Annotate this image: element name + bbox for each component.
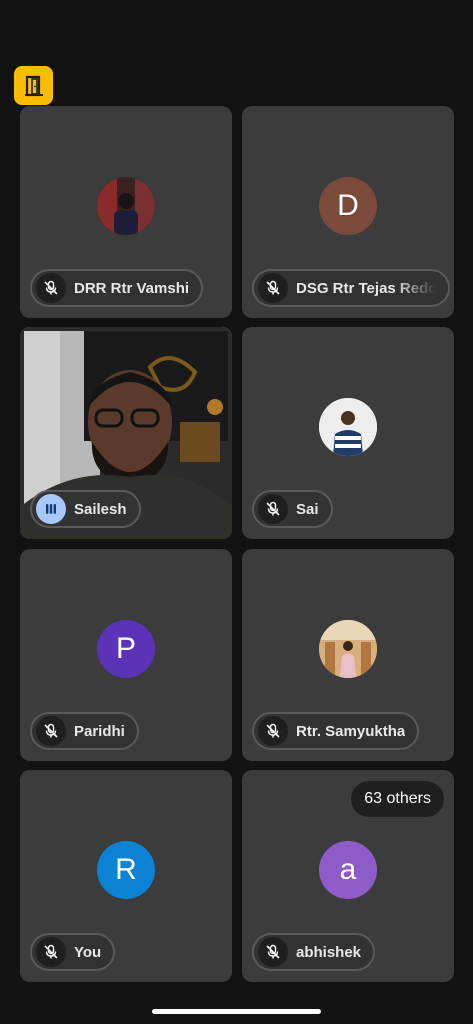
mic-off-icon (36, 937, 66, 967)
participant-name: Sai (296, 500, 319, 518)
participant-name: Paridhi (74, 722, 125, 740)
mic-off-icon (258, 494, 288, 524)
speaking-indicator-icon (36, 494, 66, 524)
avatar: P (97, 620, 155, 678)
participant-name: DRR Rtr Vamshi (74, 279, 190, 297)
leave-call-button[interactable] (14, 66, 53, 105)
participant-name: Rtr. Samyuktha (296, 722, 406, 740)
participant-tile[interactable]: D DSG Rtr Tejas Reddy (242, 106, 454, 318)
participant-name-pill: DSG Rtr Tejas Reddy (252, 269, 450, 307)
avatar (319, 620, 377, 678)
participant-tile-others[interactable]: 63 others a abhishek (242, 770, 454, 982)
others-count-badge[interactable]: 63 others (351, 781, 444, 817)
participant-tile-self[interactable]: R You (20, 770, 232, 982)
participant-name-pill: Sailesh (30, 490, 141, 528)
participant-tile[interactable]: P Paridhi (20, 549, 232, 761)
participant-name: You (74, 943, 102, 961)
mic-off-icon (258, 937, 288, 967)
avatar (97, 177, 155, 235)
avatar: R (97, 841, 155, 899)
mic-off-icon (258, 273, 288, 303)
participant-name-pill: DRR Rtr Vamshi (30, 269, 204, 307)
participant-name-pill: You (30, 933, 116, 971)
participant-tile[interactable]: Sai (242, 327, 454, 539)
participant-name-pill: abhishek (252, 933, 376, 971)
door-icon (24, 75, 43, 96)
avatar: a (319, 841, 377, 899)
participant-tile-active-speaker[interactable]: Sailesh (20, 327, 232, 539)
mic-off-icon (258, 716, 288, 746)
avatar (319, 398, 377, 456)
mic-off-icon (36, 273, 66, 303)
mic-off-icon (36, 716, 66, 746)
participant-name: Sailesh (74, 500, 127, 518)
home-indicator[interactable] (152, 1009, 321, 1014)
avatar: D (319, 177, 377, 235)
participant-name-pill: Rtr. Samyuktha (252, 712, 420, 750)
participant-tile[interactable]: DRR Rtr Vamshi (20, 106, 232, 318)
participant-name-pill: Sai (252, 490, 333, 528)
participant-name: abhishek (296, 943, 362, 961)
participant-tile[interactable]: Rtr. Samyuktha (242, 549, 454, 761)
participant-name: DSG Rtr Tejas Reddy (296, 279, 436, 297)
participant-name-pill: Paridhi (30, 712, 139, 750)
